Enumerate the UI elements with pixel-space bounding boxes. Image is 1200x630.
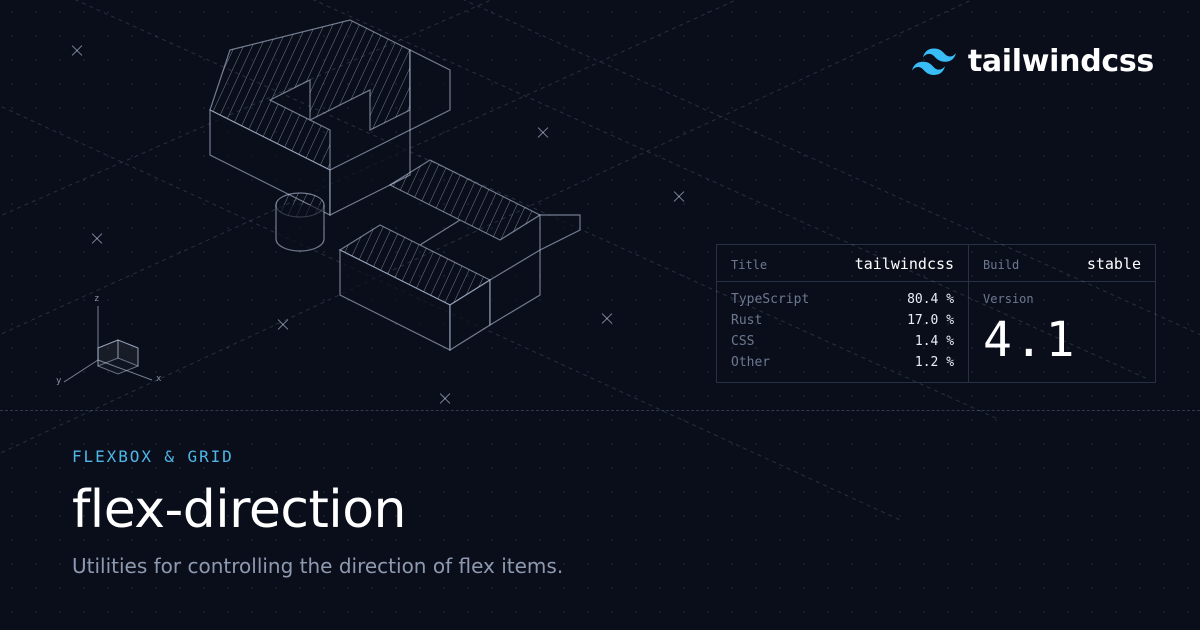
page-title: flex-direction [72, 480, 1128, 540]
metadata-build-row: Build stable [969, 245, 1155, 282]
isometric-version-artwork [110, 10, 630, 370]
language-breakdown: TypeScript 80.4 % Rust 17.0 % CSS 1.4 % … [717, 282, 968, 382]
brand-logo: tailwindcss [912, 44, 1154, 79]
metadata-build-label: Build [983, 258, 1019, 272]
page-heading-section: FLEXBOX & GRID flex-direction Utilities … [0, 410, 1200, 630]
language-row: TypeScript 80.4 % [731, 292, 954, 307]
axis-label-y: y [56, 376, 61, 386]
metadata-title-value: tailwindcss [855, 255, 954, 273]
metadata-title-label: Title [731, 258, 767, 272]
axis-label-z: z [94, 294, 99, 304]
page-subtitle: Utilities for controlling the direction … [72, 554, 1128, 578]
metadata-version-value: 4.1 [969, 306, 1155, 378]
metadata-version-label: Version [969, 282, 1155, 306]
axes-gizmo: z x y [60, 300, 170, 400]
tailwind-logo-icon [912, 48, 956, 76]
metadata-title-row: Title tailwindcss [717, 245, 968, 282]
language-row: Rust 17.0 % [731, 313, 954, 328]
metadata-panel: Title tailwindcss TypeScript 80.4 % Rust… [716, 244, 1156, 383]
metadata-build-value: stable [1087, 255, 1141, 273]
brand-name: tailwindcss [968, 44, 1154, 79]
axis-label-x: x [156, 374, 161, 384]
language-row: CSS 1.4 % [731, 334, 954, 349]
language-row: Other 1.2 % [731, 355, 954, 370]
page-category: FLEXBOX & GRID [72, 447, 1128, 466]
